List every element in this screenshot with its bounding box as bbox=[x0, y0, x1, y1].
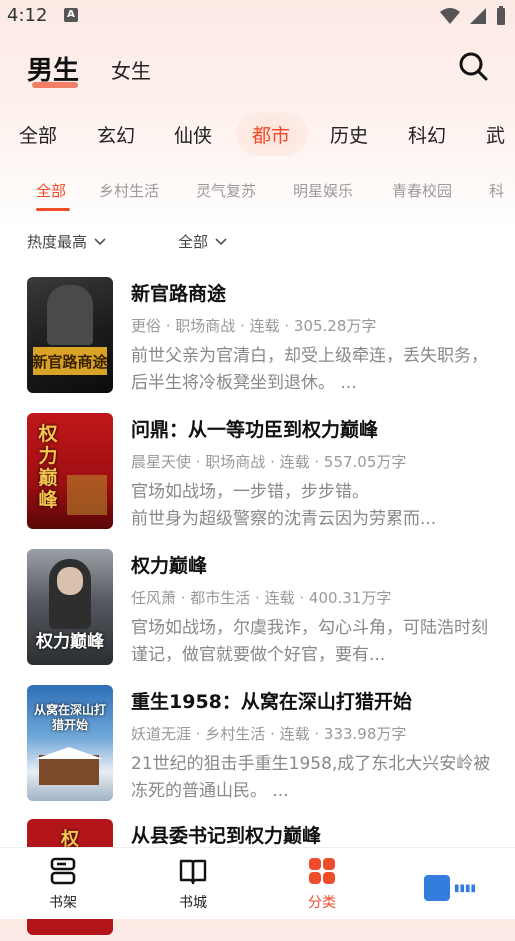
subtab-underline bbox=[36, 208, 70, 211]
book-description: 前世父亲为官清白，却受上级牵连，丢失职务，后半生将冷板凳坐到退休。 ... bbox=[131, 346, 488, 393]
book-meta: 任风萧 · 都市生活 · 连载 · 400.31万字 bbox=[131, 589, 392, 607]
cover-title: 权力巅峰 bbox=[36, 632, 104, 652]
sort-label: 热度最高 bbox=[27, 233, 88, 251]
category-tabs: 全部 玄幻 仙侠 都市 历史 科幻 武 bbox=[0, 108, 515, 160]
chevron-down-icon bbox=[215, 237, 227, 245]
list-item[interactable]: 新官路商途 新官路商途 更俗 · 职场商战 · 连载 · 305.28万字 前世… bbox=[0, 277, 515, 399]
book-meta: 妖道无涯 · 乡村生活 · 连载 · 333.98万字 bbox=[131, 725, 407, 743]
cover-title: 从窝在深山打猎开始 bbox=[33, 703, 106, 732]
book-title: 问鼎：从一等功臣到权力巅峰 bbox=[131, 419, 379, 441]
nav-bookshelf-label: 书架 bbox=[49, 895, 77, 911]
subcategory-tabs: 全部 乡村生活 灵气复苏 明星娱乐 青春校园 科 bbox=[0, 172, 515, 216]
cover-title: 新官路商途 bbox=[32, 353, 108, 371]
filter-bar: 热度最高 全部 bbox=[0, 226, 515, 258]
book-cover[interactable]: 权力巅峰 bbox=[27, 413, 113, 529]
book-open-icon bbox=[179, 859, 207, 885]
subtab-rural[interactable]: 乡村生活 bbox=[99, 180, 159, 201]
signal-icon bbox=[470, 8, 486, 24]
book-title: 从县委书记到权力巅峰 bbox=[131, 825, 322, 847]
tab-xuanhuan[interactable]: 玄幻 bbox=[97, 121, 135, 148]
subtab-all[interactable]: 全部 bbox=[36, 180, 66, 201]
chevron-down-icon bbox=[94, 237, 106, 245]
notification-badge: A bbox=[64, 8, 78, 22]
tab-female[interactable]: 女生 bbox=[111, 55, 151, 84]
book-meta: 更俗 · 职场商战 · 连载 · 305.28万字 bbox=[131, 317, 377, 335]
book-description: 21世纪的狙击手重生1958,成了东北大兴安岭被冻死的普通山民。 ... bbox=[131, 754, 491, 801]
sort-dropdown[interactable]: 热度最高 bbox=[27, 231, 107, 252]
bookshelf-icon bbox=[50, 857, 76, 885]
list-item[interactable]: 权力巅峰 权力巅峰 任风萧 · 都市生活 · 连载 · 400.31万字 官场如… bbox=[0, 549, 515, 671]
search-icon[interactable] bbox=[457, 50, 489, 82]
book-title: 权力巅峰 bbox=[131, 555, 208, 577]
category-grid-icon bbox=[309, 858, 335, 884]
book-title: 重生1958：从窝在深山打猎开始 bbox=[131, 691, 412, 713]
wifi-icon bbox=[440, 8, 460, 24]
tab-all[interactable]: 全部 bbox=[19, 121, 57, 148]
nav-category[interactable]: 分类 bbox=[292, 856, 352, 912]
status-icons bbox=[439, 6, 507, 26]
cover-title: 权力巅峰 bbox=[38, 423, 58, 511]
subtab-more[interactable]: 科 bbox=[489, 180, 504, 201]
watermark-logo: ▮▮▮▮ bbox=[424, 873, 510, 903]
battery-icon bbox=[497, 6, 505, 25]
book-description: 官场如战场，一步错，步步错。 前世身为超级警察的沈青云因为劳累而... bbox=[131, 482, 437, 529]
tab-kehuan[interactable]: 科幻 bbox=[408, 121, 446, 148]
book-description: 官场如战场，尔虞我诈，勾心斗角，可陆浩时刻谨记，做官就要做个好官，要有... bbox=[131, 618, 488, 665]
gender-tabs: 男生 女生 bbox=[0, 40, 515, 100]
nav-category-label: 分类 bbox=[308, 895, 336, 911]
list-item[interactable]: 权力巅峰 问鼎：从一等功臣到权力巅峰 晨星天使 · 职场商战 · 连载 · 55… bbox=[0, 413, 515, 535]
subtab-celebrity[interactable]: 明星娱乐 bbox=[293, 180, 353, 201]
status-bar: 4:12 A bbox=[0, 0, 515, 34]
book-title: 新官路商途 bbox=[131, 283, 227, 305]
nav-bookstore-label: 书城 bbox=[179, 895, 207, 911]
book-meta: 晨星天使 · 职场商战 · 连载 · 557.05万字 bbox=[131, 453, 407, 471]
book-cover[interactable]: 从窝在深山打猎开始 bbox=[27, 685, 113, 801]
list-item[interactable]: 从窝在深山打猎开始 重生1958：从窝在深山打猎开始 妖道无涯 · 乡村生活 ·… bbox=[0, 685, 515, 807]
subtab-spirit[interactable]: 灵气复苏 bbox=[196, 180, 256, 201]
subtab-campus[interactable]: 青春校园 bbox=[392, 180, 452, 201]
book-cover[interactable]: 新官路商途 bbox=[27, 277, 113, 393]
tab-wu[interactable]: 武 bbox=[486, 121, 505, 148]
tab-lishi[interactable]: 历史 bbox=[330, 121, 368, 148]
status-dropdown[interactable]: 全部 bbox=[178, 231, 228, 252]
watermark-icon bbox=[424, 875, 450, 901]
nav-bookstore[interactable]: 书城 bbox=[163, 856, 223, 912]
watermark-text: ▮▮▮▮ bbox=[454, 882, 477, 894]
tab-dushi[interactable]: 都市 bbox=[252, 121, 290, 148]
status-label: 全部 bbox=[178, 233, 209, 251]
tab-xianxia[interactable]: 仙侠 bbox=[174, 121, 212, 148]
nav-bookshelf[interactable]: 书架 bbox=[33, 856, 93, 912]
book-cover[interactable]: 权力巅峰 bbox=[27, 549, 113, 665]
status-time: 4:12 bbox=[7, 5, 48, 26]
tab-male-underline bbox=[32, 82, 78, 88]
